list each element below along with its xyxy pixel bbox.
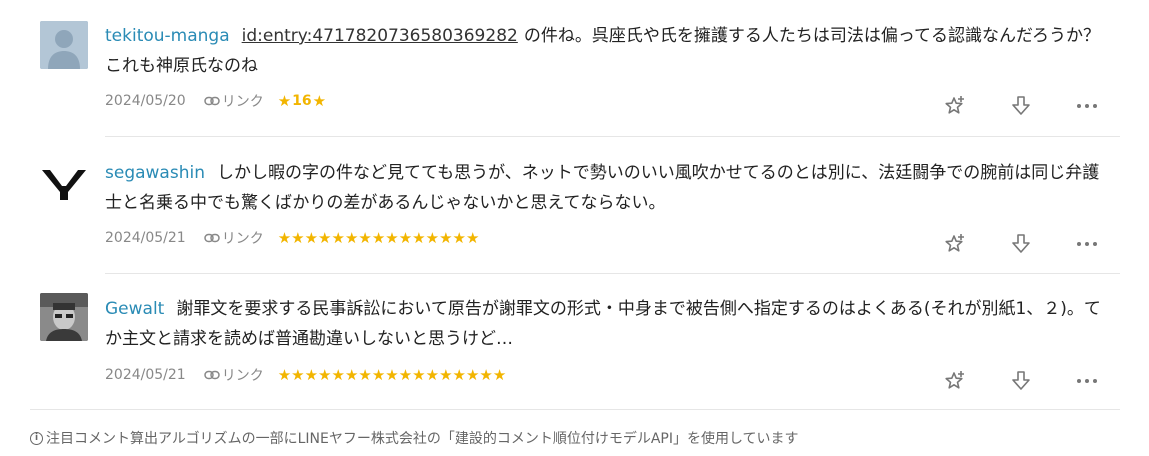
comment-date[interactable]: 2024/05/21	[105, 367, 186, 383]
comment-meta: 2024/05/21 リンク ★★★★★★★★★★★★★★★	[105, 227, 479, 249]
comment-body: Gewalt 謝罪文を要求する民事訴訟において原告が謝罪文の形式・中身まで被告側へ…	[105, 294, 1115, 354]
info-icon: i	[30, 431, 43, 445]
avatar[interactable]	[40, 21, 88, 69]
yy-logo-icon	[40, 160, 88, 208]
footer-text: 注目コメント算出アルゴリズムの一部にLINEヤフー株式会社の「建設的コメント順位…	[46, 431, 799, 447]
username-link[interactable]: tekitou-manga	[105, 26, 230, 46]
more-button[interactable]	[1054, 92, 1120, 120]
star-count: 16	[292, 93, 312, 109]
comment-body: tekitou-manga id:entry:471782073658036928…	[105, 21, 1115, 81]
more-icon	[1077, 242, 1097, 246]
permalink-label: リンク	[221, 94, 264, 110]
star-badge[interactable]: ★★★★★★★★★★★★★★★	[278, 229, 480, 247]
permalink[interactable]: リンク	[203, 228, 264, 248]
entry-link[interactable]: id:entry:4717820736580369282	[242, 26, 518, 46]
add-star-button[interactable]	[922, 92, 988, 120]
arrow-down-icon	[1012, 371, 1030, 390]
divider	[105, 273, 1120, 274]
more-button[interactable]	[1054, 367, 1120, 395]
star-icon: ★	[312, 92, 327, 110]
permalink-label: リンク	[221, 368, 264, 384]
link-icon	[203, 233, 220, 243]
down-vote-button[interactable]	[988, 92, 1054, 120]
more-button[interactable]	[1054, 230, 1120, 258]
more-icon	[1077, 379, 1097, 383]
footer-note: i 注目コメント算出アルゴリズムの一部にLINEヤフー株式会社の「建設的コメント…	[30, 428, 799, 448]
avatar[interactable]	[40, 160, 88, 208]
add-star-icon	[945, 371, 964, 389]
comment-meta: 2024/05/20 リンク ★ 16 ★	[105, 90, 326, 112]
permalink[interactable]: リンク	[203, 91, 264, 111]
star-badge[interactable]: ★ 16 ★	[278, 92, 326, 110]
add-star-button[interactable]	[922, 230, 988, 258]
comment-meta: 2024/05/21 リンク ★★★★★★★★★★★★★★★★★	[105, 364, 506, 386]
link-icon	[203, 96, 220, 106]
comment-text: しかし暇の字の件など見てても思うが、ネットで勢いのいい風吹かせてるのとは別に、法…	[105, 163, 1100, 213]
divider	[105, 136, 1120, 137]
arrow-down-icon	[1012, 234, 1030, 253]
down-vote-button[interactable]	[988, 367, 1054, 395]
comment-text: 謝罪文を要求する民事訴訟において原告が謝罪文の形式・中身まで被告側へ指定するのは…	[105, 299, 1101, 349]
default-user-icon	[40, 21, 88, 69]
comment-date[interactable]: 2024/05/21	[105, 230, 186, 246]
permalink[interactable]: リンク	[203, 365, 264, 385]
comment-body: segawashin しかし暇の字の件など見てても思うが、ネットで勢いのいい風吹か…	[105, 158, 1115, 218]
comment-actions	[922, 230, 1120, 258]
divider	[30, 409, 1120, 410]
add-star-icon	[945, 96, 964, 114]
permalink-label: リンク	[221, 231, 264, 247]
add-star-icon	[945, 234, 964, 252]
person-photo-icon	[40, 293, 88, 341]
comment-date[interactable]: 2024/05/20	[105, 93, 186, 109]
comment-actions	[922, 367, 1120, 395]
username-link[interactable]: Gewalt	[105, 299, 164, 319]
avatar[interactable]	[40, 293, 88, 341]
more-icon	[1077, 104, 1097, 108]
comment-actions	[922, 92, 1120, 120]
username-link[interactable]: segawashin	[105, 163, 205, 183]
link-icon	[203, 370, 220, 380]
add-star-button[interactable]	[922, 367, 988, 395]
arrow-down-icon	[1012, 96, 1030, 115]
down-vote-button[interactable]	[988, 230, 1054, 258]
star-badge[interactable]: ★★★★★★★★★★★★★★★★★	[278, 366, 507, 384]
star-icon: ★	[277, 92, 292, 110]
